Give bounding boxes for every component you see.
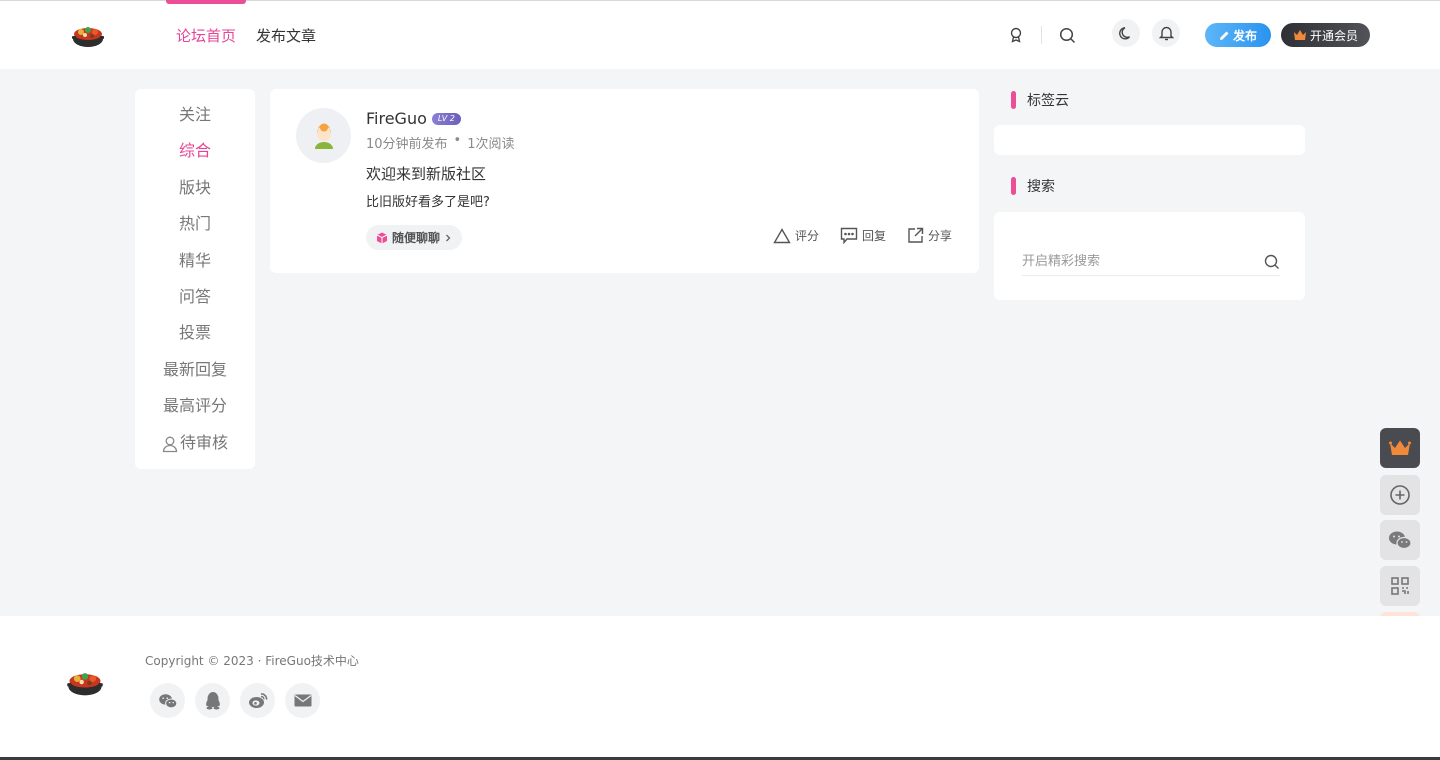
pencil-icon bbox=[1219, 31, 1229, 40]
tagcloud-heading: 标签云 bbox=[1011, 90, 1069, 110]
mail-icon bbox=[294, 694, 311, 707]
menu-item-label: 待审核 bbox=[179, 432, 228, 452]
qrcode-icon bbox=[1391, 577, 1409, 595]
menu-item-label: 最高评分 bbox=[162, 396, 227, 416]
reply-label: 回复 bbox=[862, 229, 887, 243]
search-panel bbox=[994, 212, 1305, 300]
notifications-button[interactable] bbox=[1152, 19, 1180, 47]
tagcloud-panel bbox=[994, 125, 1305, 155]
footer-wechat-button[interactable] bbox=[150, 683, 185, 718]
sidebar-search-input[interactable] bbox=[1022, 254, 1242, 269]
post-title[interactable]: 欢迎来到新版社区 bbox=[366, 163, 486, 184]
share-label: 分享 bbox=[928, 229, 953, 243]
menu-item-vote[interactable]: 投票 bbox=[135, 322, 255, 358]
float-qrcode-button[interactable] bbox=[1380, 566, 1420, 606]
chevron-right-icon bbox=[446, 234, 451, 241]
search-title: 搜索 bbox=[1027, 179, 1055, 195]
crown-icon bbox=[1389, 440, 1411, 455]
float-wechat-button[interactable] bbox=[1380, 520, 1420, 560]
post-tag-label: 随便聊聊 bbox=[392, 231, 441, 245]
menu-item-label: 投票 bbox=[178, 323, 211, 343]
plus-circle-icon bbox=[1390, 485, 1410, 505]
menu-item-label: 问答 bbox=[178, 286, 211, 306]
avatar[interactable] bbox=[296, 108, 351, 163]
rate-label: 评分 bbox=[795, 229, 820, 243]
menu-item-latest-reply[interactable]: 最新回复 bbox=[135, 359, 255, 395]
user-avatar-icon bbox=[314, 123, 333, 149]
crown-icon bbox=[1293, 30, 1306, 40]
footer-qq-button[interactable] bbox=[195, 683, 230, 718]
heading-accent-bar bbox=[1011, 91, 1016, 109]
triangle-icon bbox=[773, 227, 791, 243]
share-icon bbox=[908, 227, 924, 243]
post-meta: 10分钟前发布 • 1次阅读 bbox=[366, 133, 515, 152]
post-reads: 1次阅读 bbox=[467, 137, 515, 152]
menu-item-label: 综合 bbox=[178, 141, 211, 161]
search-icon[interactable] bbox=[1053, 21, 1081, 49]
heading-accent-bar bbox=[1011, 177, 1016, 195]
header-separator bbox=[1041, 26, 1042, 44]
share-button[interactable]: 分享 bbox=[907, 227, 952, 244]
rate-button[interactable]: 评分 bbox=[773, 227, 819, 244]
footer-weibo-button[interactable] bbox=[240, 683, 275, 718]
menu-item-label: 关注 bbox=[178, 105, 211, 124]
wechat-icon bbox=[158, 693, 177, 708]
footer-email-button[interactable] bbox=[285, 683, 320, 718]
qq-icon bbox=[205, 692, 220, 710]
main-nav: 论坛首页 发布文章 bbox=[176, 25, 316, 46]
post-tag[interactable]: 随便聊聊 bbox=[366, 225, 463, 250]
meta-separator: • bbox=[453, 133, 462, 148]
nav-active-indicator bbox=[166, 0, 246, 4]
post-excerpt[interactable]: 比旧版好看多了是吧? bbox=[366, 191, 490, 210]
wechat-icon bbox=[1389, 531, 1412, 550]
post-time: 10分钟前发布 bbox=[366, 137, 448, 152]
user-icon bbox=[162, 436, 178, 452]
footer-copyright: Copyright © 2023 · FireGuo技术中心 bbox=[145, 654, 359, 668]
menu-item-follow[interactable]: 关注 bbox=[135, 104, 255, 140]
moon-icon bbox=[1118, 26, 1130, 39]
menu-item-label: 最新回复 bbox=[162, 359, 227, 379]
cube-icon bbox=[376, 232, 388, 243]
dark-mode-toggle[interactable] bbox=[1112, 19, 1140, 47]
menu-item-qa[interactable]: 问答 bbox=[135, 286, 255, 322]
search-heading: 搜索 bbox=[1011, 176, 1055, 196]
menu-item-hot[interactable]: 热门 bbox=[135, 213, 255, 249]
publish-button[interactable]: 发布 bbox=[1205, 23, 1271, 47]
vip-button-label: 开通会员 bbox=[1309, 28, 1358, 43]
float-vip-button[interactable] bbox=[1380, 428, 1420, 468]
menu-item-sections[interactable]: 版块 bbox=[135, 177, 255, 213]
nav-forum-home[interactable]: 论坛首页 bbox=[176, 25, 236, 46]
menu-item-top-rated[interactable]: 最高评分 bbox=[135, 395, 255, 431]
float-add-button[interactable] bbox=[1380, 475, 1420, 515]
sidebar-search bbox=[1022, 248, 1280, 276]
menu-item-pending-review[interactable]: 待审核 bbox=[135, 432, 255, 468]
search-icon[interactable] bbox=[1264, 254, 1280, 270]
menu-item-label: 版块 bbox=[178, 177, 211, 197]
weibo-icon bbox=[248, 693, 267, 708]
menu-item-label: 热门 bbox=[178, 214, 211, 234]
menu-item-label: 精华 bbox=[178, 250, 211, 270]
level-badge: LV 2 bbox=[431, 112, 461, 125]
publish-button-label: 发布 bbox=[1232, 28, 1257, 43]
post-card[interactable]: FireGuo LV 2 10分钟前发布 • 1次阅读 欢迎来到新版社区 比旧版… bbox=[270, 89, 979, 273]
medal-icon[interactable] bbox=[1002, 21, 1030, 49]
footer-logo[interactable] bbox=[65, 662, 105, 702]
reply-button[interactable]: 回复 bbox=[840, 227, 886, 244]
left-category-menu: 关注 综合 版块 热门 精华 问答 投票 最新回复 最高评分 待审核 bbox=[135, 89, 255, 469]
tagcloud-title: 标签云 bbox=[1027, 93, 1069, 109]
menu-item-comprehensive[interactable]: 综合 bbox=[135, 140, 255, 176]
vip-button[interactable]: 开通会员 bbox=[1281, 23, 1370, 47]
nav-publish-article[interactable]: 发布文章 bbox=[256, 25, 316, 46]
author-name[interactable]: FireGuo bbox=[366, 109, 427, 128]
site-logo[interactable] bbox=[70, 17, 106, 53]
menu-item-featured[interactable]: 精华 bbox=[135, 250, 255, 286]
comment-icon bbox=[840, 227, 858, 244]
bell-icon bbox=[1158, 26, 1174, 41]
